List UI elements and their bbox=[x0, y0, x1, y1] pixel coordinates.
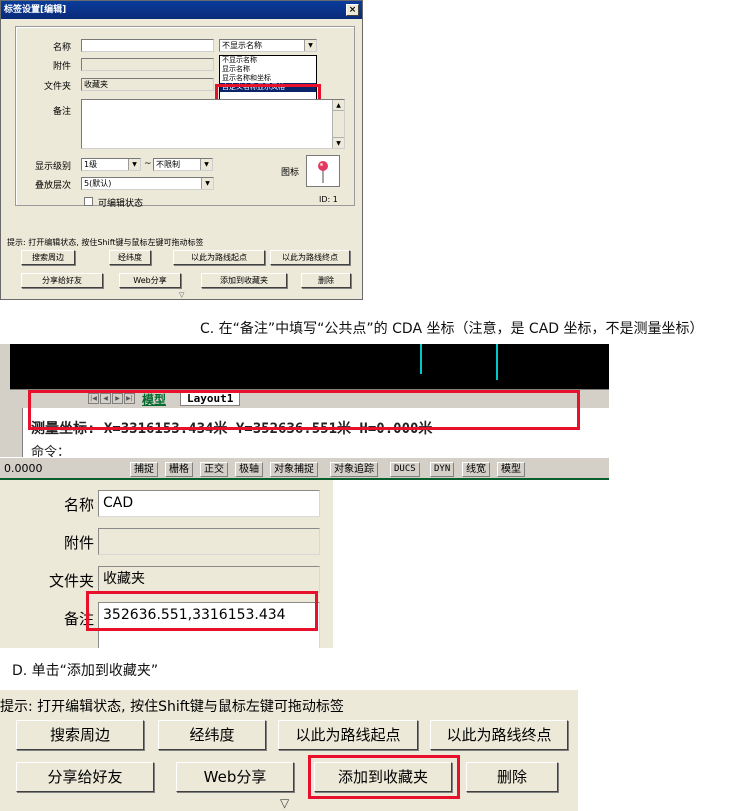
latlon-button[interactable]: 经纬度 bbox=[109, 250, 151, 265]
dropdown-option[interactable]: 显示名称 bbox=[220, 65, 316, 74]
route-end-button[interactable]: 以此为路线终点 bbox=[430, 720, 568, 750]
folder-input[interactable]: 收藏夹 bbox=[98, 566, 320, 593]
level-to-select[interactable]: 不限制 ▼ bbox=[153, 158, 213, 171]
expand-arrow-icon[interactable]: ▽ bbox=[179, 291, 184, 299]
scroll-up-icon[interactable]: ▲ bbox=[333, 100, 344, 111]
status-dyn[interactable]: DYN bbox=[430, 462, 455, 477]
chevron-down-icon[interactable]: ▼ bbox=[201, 178, 213, 189]
dialog-title-bar[interactable]: 标签设置[编辑] × bbox=[1, 1, 362, 19]
share-friend-button[interactable]: 分享给好友 bbox=[16, 762, 154, 792]
name-input[interactable] bbox=[81, 39, 214, 52]
hint-text: 提示: 打开编辑状态, 按住Shift键与鼠标左键可拖动标签 bbox=[0, 699, 344, 715]
dialog-title: 标签设置[编辑] bbox=[4, 5, 67, 15]
overlay-value: 5(默认) bbox=[84, 179, 112, 188]
latlon-button[interactable]: 经纬度 bbox=[158, 720, 266, 750]
expand-arrow-icon[interactable]: ▽ bbox=[280, 796, 289, 810]
status-otrack[interactable]: 对象追踪 bbox=[330, 462, 378, 477]
web-share-button[interactable]: Web分享 bbox=[176, 762, 294, 792]
status-ortho[interactable]: 正交 bbox=[200, 462, 228, 477]
level-label: 显示级别 bbox=[34, 162, 71, 172]
note-textarea[interactable]: ▲ ▼ bbox=[81, 99, 345, 149]
route-end-button[interactable]: 以此为路线终点 bbox=[270, 250, 350, 265]
cad-drawing-area[interactable] bbox=[10, 344, 609, 389]
tag-settings-dialog: 标签设置[编辑] × 名称 不显示名称 ▼ 附件 不显示名称 显示名称 显示名称… bbox=[0, 0, 363, 300]
cad-line bbox=[420, 344, 422, 374]
overlay-select[interactable]: 5(默认) ▼ bbox=[81, 177, 214, 190]
status-snap[interactable]: 捕捉 bbox=[130, 462, 158, 477]
scroll-down-icon[interactable]: ▼ bbox=[333, 137, 344, 148]
overlay-label: 叠放层次 bbox=[34, 181, 71, 191]
name-input[interactable]: CAD bbox=[98, 490, 320, 517]
delete-button[interactable]: 删除 bbox=[466, 762, 558, 792]
chevron-down-icon[interactable]: ▼ bbox=[200, 159, 212, 170]
icon-label: 图标 bbox=[280, 168, 299, 178]
cad-window: |◀ ◀ ▶ ▶| 模型 Layout1 测量坐标: X=3316153.434… bbox=[0, 344, 609, 480]
pin-icon bbox=[318, 161, 328, 183]
form-zoom: 名称 CAD 附件 文件夹 收藏夹 备注 352636.551,3316153.… bbox=[0, 480, 333, 648]
highlight-coordinates bbox=[28, 390, 580, 430]
highlight-note bbox=[86, 591, 318, 631]
share-friend-button[interactable]: 分享给好友 bbox=[21, 273, 103, 288]
edit-checkbox-label: 可编辑状态 bbox=[98, 199, 144, 209]
tag-id: ID: 1 bbox=[319, 195, 338, 204]
folder-label: 文件夹 bbox=[48, 572, 94, 590]
cad-line bbox=[496, 344, 498, 380]
cad-status-bar: 0.0000 捕捉 栅格 正交 极轴 对象捕捉 对象追踪 DUCS DYN 线宽… bbox=[0, 457, 609, 480]
delete-button[interactable]: 删除 bbox=[301, 273, 351, 288]
step-d-caption: D. 单击“添加到收藏夹” bbox=[12, 663, 159, 679]
step-c-caption: C. 在“备注”中填写“公共点”的 CDA 坐标（注意，是 CAD 坐标，不是测… bbox=[200, 321, 704, 337]
folder-input[interactable]: 收藏夹 bbox=[81, 78, 214, 91]
add-favorite-button[interactable]: 添加到收藏夹 bbox=[201, 273, 287, 288]
status-model[interactable]: 模型 bbox=[497, 462, 525, 477]
name-label: 名称 bbox=[63, 496, 94, 514]
dropdown-option[interactable]: 不显示名称 bbox=[220, 56, 316, 65]
level-to-value: 不限制 bbox=[156, 160, 180, 169]
level-from-value: 1级 bbox=[84, 160, 98, 169]
note-label: 备注 bbox=[52, 107, 71, 117]
highlight-add-favorite bbox=[308, 755, 460, 799]
chevron-down-icon[interactable]: ▼ bbox=[128, 159, 140, 170]
search-nearby-button[interactable]: 搜索周边 bbox=[21, 250, 75, 265]
status-lineweight[interactable]: 线宽 bbox=[462, 462, 490, 477]
status-grid[interactable]: 栅格 bbox=[165, 462, 193, 477]
attach-label: 附件 bbox=[63, 534, 94, 552]
attach-input[interactable] bbox=[98, 528, 320, 555]
route-start-button[interactable]: 以此为路线起点 bbox=[173, 250, 265, 265]
name-label: 名称 bbox=[52, 43, 71, 53]
attach-label: 附件 bbox=[52, 62, 71, 72]
display-name-select-value: 不显示名称 bbox=[222, 41, 262, 50]
close-button[interactable]: × bbox=[346, 4, 359, 16]
dropdown-option[interactable]: 显示名称和坐标 bbox=[220, 74, 316, 83]
buttons-zoom: 提示: 打开编辑状态, 按住Shift键与鼠标左键可拖动标签 搜索周边 经纬度 … bbox=[0, 690, 578, 811]
folder-value: 收藏夹 bbox=[84, 80, 108, 89]
status-ducs[interactable]: DUCS bbox=[390, 462, 420, 477]
search-nearby-button[interactable]: 搜索周边 bbox=[16, 720, 144, 750]
folder-label: 文件夹 bbox=[43, 82, 71, 92]
status-coordinate: 0.0000 bbox=[4, 462, 43, 475]
status-polar[interactable]: 极轴 bbox=[235, 462, 263, 477]
attach-input[interactable] bbox=[81, 58, 214, 71]
pin-icon-box[interactable] bbox=[306, 155, 340, 187]
level-separator: ~ bbox=[144, 159, 152, 169]
route-start-button[interactable]: 以此为路线起点 bbox=[278, 720, 418, 750]
status-osnap[interactable]: 对象捕捉 bbox=[270, 462, 318, 477]
chevron-down-icon[interactable]: ▼ bbox=[304, 40, 316, 51]
note-scrollbar[interactable]: ▲ ▼ bbox=[332, 100, 344, 148]
hint-text: 提示: 打开编辑状态, 按住Shift键与鼠标左键可拖动标签 bbox=[7, 238, 204, 247]
edit-checkbox[interactable] bbox=[84, 197, 93, 206]
web-share-button[interactable]: Web分享 bbox=[119, 273, 181, 288]
level-from-select[interactable]: 1级 ▼ bbox=[81, 158, 141, 171]
display-name-select[interactable]: 不显示名称 ▼ bbox=[219, 39, 317, 52]
